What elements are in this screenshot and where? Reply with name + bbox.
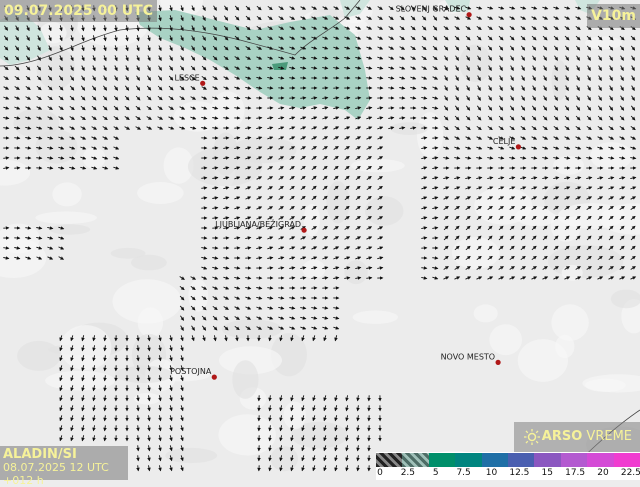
model-info: ALADIN/SI 08.07.2025 12 UTC +012 h <box>0 446 128 480</box>
wind-arrow <box>267 288 272 289</box>
wind-arrow <box>267 88 272 89</box>
city-dot[interactable] <box>302 228 307 233</box>
scale-color-step <box>455 453 481 467</box>
model-run: 08.07.2025 12 UTC +012 h <box>3 461 125 487</box>
wind-arrow <box>138 365 139 370</box>
city-dot[interactable] <box>200 81 205 86</box>
scale-tick-label: 0 <box>377 468 383 478</box>
wind-arrow <box>212 158 217 159</box>
scale-color-step <box>402 453 428 467</box>
wind-arrow <box>201 198 206 199</box>
scale-tick-label: 20 <box>597 468 608 478</box>
wind-arrow <box>138 435 139 440</box>
scale-color-step <box>429 453 455 467</box>
wind-map: SLOVENJ GRADEC LESCE CELJE LJUBLJANA/BEŽIGR… <box>0 0 640 480</box>
scale-tick-label: 5 <box>433 468 439 478</box>
wind-arrow <box>234 108 239 109</box>
wind-arrow <box>432 258 437 259</box>
wind-arrow <box>355 98 360 99</box>
scale-tick-label: 15 <box>542 468 553 478</box>
city-dot[interactable] <box>496 360 501 365</box>
scale-color-step <box>376 453 402 467</box>
model-name: ALADIN/SI <box>3 448 125 461</box>
wind-arrow <box>138 455 139 460</box>
wind-arrow <box>138 465 139 470</box>
forecast-time-title: 09.07.2025 00 UTC <box>0 0 157 22</box>
wind-arrow <box>138 445 139 450</box>
wind-arrow <box>138 425 139 430</box>
wind-arrow <box>223 118 228 119</box>
wind-arrow <box>289 278 294 279</box>
city-dot[interactable] <box>467 12 472 17</box>
city-dot[interactable] <box>212 375 217 380</box>
wind-arrow <box>3 128 8 129</box>
city-label: LJUBLJANA/BEŽIGRAD <box>215 218 301 229</box>
wind-arrow <box>234 268 239 269</box>
wind-arrow <box>256 118 261 119</box>
arso-brand[interactable]: ARSO VREME <box>514 422 640 452</box>
wind-arrow <box>333 308 338 309</box>
brand-name: ARSO <box>542 429 583 444</box>
wind-arrow <box>300 98 305 99</box>
city-dot[interactable] <box>516 144 521 149</box>
variable-label: V10m <box>587 4 640 28</box>
wind-arrow <box>138 395 139 400</box>
scale-color-step <box>534 453 560 467</box>
wind-arrow <box>3 158 8 159</box>
wind-arrow <box>267 268 272 269</box>
city-label: CELJE <box>493 137 516 146</box>
scale-tick-label: 12.5 <box>509 468 529 478</box>
wind-arrow <box>223 258 228 259</box>
wind-arrow <box>138 415 139 420</box>
scale-color-step <box>561 453 587 467</box>
scale-color-step <box>508 453 534 467</box>
wind-arrow <box>3 248 8 249</box>
scale-tick-label: 10 <box>486 468 497 478</box>
wind-arrow <box>366 78 371 79</box>
wind-arrow <box>322 308 327 309</box>
wind-arrow <box>25 148 30 149</box>
wind-arrow <box>388 88 393 89</box>
wind-arrow <box>201 178 206 179</box>
wind-speed-scale: 0 2.5 5 7.5 10 12.5 15 17.5 20 22.5 <box>376 452 640 480</box>
city-label: LESCE <box>174 73 199 82</box>
wind-arrow <box>138 405 139 410</box>
scale-tick-label: 17.5 <box>565 468 585 478</box>
wind-arrow <box>138 345 139 350</box>
brand-suffix: VREME <box>582 429 632 444</box>
wind-arrow <box>289 298 294 299</box>
wind-arrow <box>212 128 217 129</box>
wind-arrow <box>138 355 139 360</box>
wind-arrow <box>138 335 139 340</box>
scale-color-step <box>482 453 508 467</box>
wind-arrow <box>14 138 19 139</box>
scale-tick-label: 2.5 <box>401 468 415 478</box>
wind-arrow <box>432 148 437 149</box>
scale-color-step <box>587 453 613 467</box>
city-label: SLOVENJ GRADEC <box>396 5 467 14</box>
wind-arrow <box>138 375 139 380</box>
wind-arrow <box>138 385 139 390</box>
scale-color-step <box>614 453 640 467</box>
scale-tick-label: 7.5 <box>456 468 470 478</box>
wind-arrow <box>25 228 30 229</box>
wind-arrow <box>237 335 238 340</box>
wind-arrow <box>421 268 426 269</box>
wind-arrow <box>201 188 206 189</box>
wind-arrow <box>399 118 404 119</box>
wind-arrow <box>36 158 41 159</box>
city-label: NOVO MESTO <box>441 352 496 361</box>
wind-arrow <box>212 218 217 219</box>
wind-arrow <box>289 78 294 79</box>
wind-arrow <box>432 118 437 119</box>
wind-arrow <box>366 278 371 279</box>
scale-colorbar <box>376 453 640 467</box>
sun-icon <box>524 429 540 445</box>
scale-tick-label: 22.5 <box>621 468 640 478</box>
city-label: POSTOJNA <box>170 367 212 376</box>
